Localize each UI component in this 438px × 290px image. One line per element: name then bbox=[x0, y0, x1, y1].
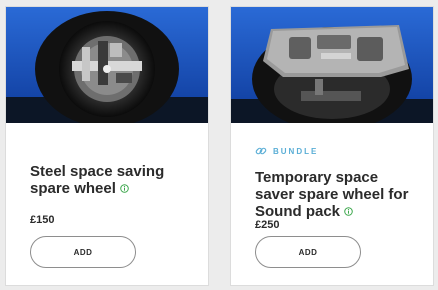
product-price: £150 bbox=[30, 214, 55, 226]
bundle-label: BUNDLE bbox=[273, 146, 319, 156]
product-title: Temporary space saver spare wheel for So… bbox=[255, 169, 409, 220]
bundle-badge: BUNDLE bbox=[255, 145, 318, 157]
product-card-space-saver-sound-pack: BUNDLE Temporary space saver spare wheel… bbox=[230, 6, 434, 286]
product-price: £250 bbox=[255, 219, 280, 231]
info-icon[interactable] bbox=[344, 203, 353, 216]
product-title: Steel space saving spare wheel bbox=[30, 163, 165, 197]
product-image-space-saver-wheel bbox=[231, 7, 433, 123]
add-button[interactable]: ADD bbox=[255, 236, 361, 268]
add-button[interactable]: ADD bbox=[30, 236, 136, 268]
product-card-steel-spare-wheel: Steel space saving spare wheel £150 ADD bbox=[5, 6, 209, 286]
product-image-steel-spare-wheel bbox=[6, 7, 208, 123]
link-icon bbox=[255, 145, 267, 157]
info-icon[interactable] bbox=[120, 180, 129, 193]
